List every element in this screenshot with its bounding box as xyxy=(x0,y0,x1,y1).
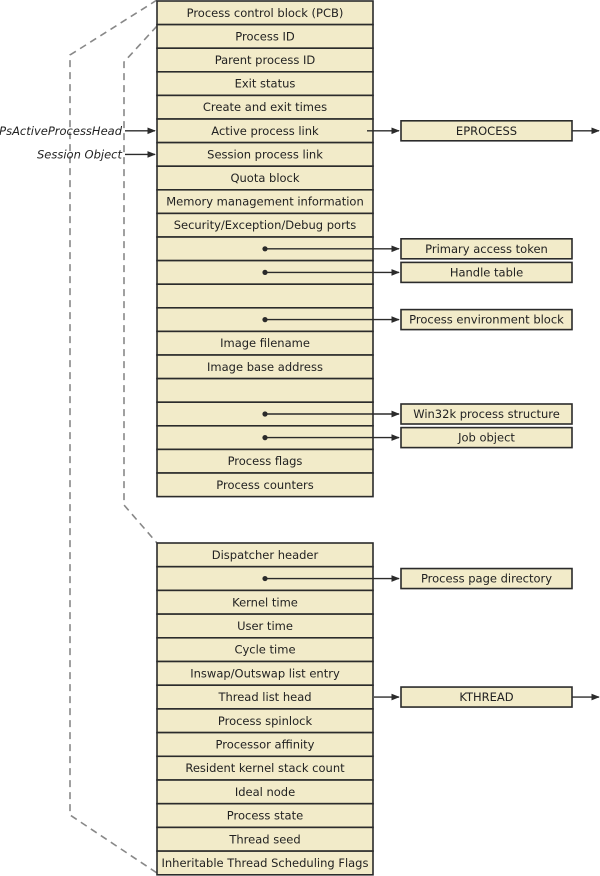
field-security-exception-debug-ports: Security/Exception/Debug ports xyxy=(156,212,374,238)
field-kernel-time: Kernel time xyxy=(156,589,374,615)
target-handle-table: Handle table xyxy=(400,261,573,284)
field-label: Image base address xyxy=(207,360,323,374)
field-label: Processor affinity xyxy=(215,737,314,751)
target-process-page-directory: Process page directory xyxy=(400,567,573,590)
field-label: Inswap/Outswap list entry xyxy=(190,666,340,680)
target-job-object: Job object xyxy=(400,426,573,449)
field-pointer xyxy=(156,377,374,404)
field-image-base-address: Image base address xyxy=(156,354,374,380)
field-exit-status: Exit status xyxy=(156,71,374,97)
field-ideal-node: Ideal node xyxy=(156,779,374,805)
field-cell xyxy=(156,377,374,404)
field-label: Dispatcher header xyxy=(212,548,319,562)
target-label: Win32k process structure xyxy=(413,407,560,421)
field-label: Memory management information xyxy=(166,195,364,209)
field-label: Inheritable Thread Scheduling Flags xyxy=(162,856,369,870)
field-label: Session process link xyxy=(207,147,323,161)
field-active-process-link: Active process link xyxy=(156,118,374,144)
field-label: Process flags xyxy=(228,454,303,468)
target-label: Handle table xyxy=(450,265,523,279)
field-user-time: User time xyxy=(156,613,374,639)
field-quota-block: Quota block xyxy=(156,165,374,191)
target-win32k-process-structure: Win32k process structure xyxy=(400,403,573,425)
field-label: Resident kernel stack count xyxy=(185,761,345,775)
field-inheritable-thread-scheduling-flags: Inheritable Thread Scheduling Flags xyxy=(156,850,374,876)
field-pointer xyxy=(156,283,374,309)
incoming-label-psactiveprocesshead: PsActiveProcessHead xyxy=(0,124,123,138)
field-label: Cycle time xyxy=(234,643,295,657)
field-process-spinlock: Process spinlock xyxy=(156,708,374,734)
field-processor-affinity: Processor affinity xyxy=(156,731,374,758)
field-process-id: Process ID xyxy=(156,23,374,50)
target-label: KTHREAD xyxy=(459,690,513,704)
field-label: Parent process ID xyxy=(215,53,316,67)
field-thread-seed: Thread seed xyxy=(156,826,374,852)
target-eprocess: EPROCESS xyxy=(400,120,573,142)
field-label: Security/Exception/Debug ports xyxy=(174,218,357,232)
eprocess-diagram: Process control block (PCB) Process ID Par… xyxy=(0,0,600,876)
field-label: Thread seed xyxy=(228,832,300,846)
pcb-expansion-inner-dashed-line xyxy=(123,25,158,544)
field-parent-process-id: Parent process ID xyxy=(156,47,374,73)
field-dispatcher-header: Dispatcher header xyxy=(156,542,374,568)
target-label: EPROCESS xyxy=(456,124,517,138)
field-label: Process control block (PCB) xyxy=(187,6,344,20)
field-session-process-link: Session process link xyxy=(156,141,374,168)
field-label: Kernel time xyxy=(232,595,298,609)
target-kthread: KTHREAD xyxy=(400,686,573,708)
field-inswap-outswap-list-entry: Inswap/Outswap list entry xyxy=(156,660,374,687)
field-label: Image filename xyxy=(220,336,310,350)
field-label: Thread list head xyxy=(217,690,311,704)
field-label: Process state xyxy=(227,809,303,823)
field-label: Quota block xyxy=(230,171,299,185)
target-primary-access-token: Primary access token xyxy=(400,238,573,260)
field-label: Process counters xyxy=(216,478,314,492)
field-image-filename: Image filename xyxy=(156,330,374,356)
field-create-and-exit-times: Create and exit times xyxy=(156,94,374,120)
field-thread-list-head: Thread list head xyxy=(156,684,374,710)
field-process-counters: Process counters xyxy=(156,472,374,498)
field-label: Active process link xyxy=(211,124,319,138)
field-cycle-time: Cycle time xyxy=(156,636,374,663)
target-label: Process page directory xyxy=(421,572,552,586)
incoming-label-session-object: Session Object xyxy=(37,147,122,161)
field-resident-kernel-stack-count: Resident kernel stack count xyxy=(156,755,374,781)
target-label: Process environment block xyxy=(409,313,564,327)
target-process-environment-block: Process environment block xyxy=(400,308,573,331)
field-label: Ideal node xyxy=(235,785,295,799)
field-label: Create and exit times xyxy=(203,100,327,114)
field-cell xyxy=(156,283,374,309)
field-memory-management-information: Memory management information xyxy=(156,189,374,215)
field-process-control-block-pcb: Process control block (PCB) xyxy=(156,0,374,26)
field-label: Exit status xyxy=(235,77,296,91)
target-label: Job object xyxy=(457,431,515,445)
field-label: Process ID xyxy=(235,29,295,43)
field-process-state: Process state xyxy=(156,802,374,829)
target-label: Primary access token xyxy=(425,242,548,256)
field-process-flags: Process flags xyxy=(156,448,374,474)
field-label: Process spinlock xyxy=(218,714,313,728)
field-label: User time xyxy=(237,619,293,633)
